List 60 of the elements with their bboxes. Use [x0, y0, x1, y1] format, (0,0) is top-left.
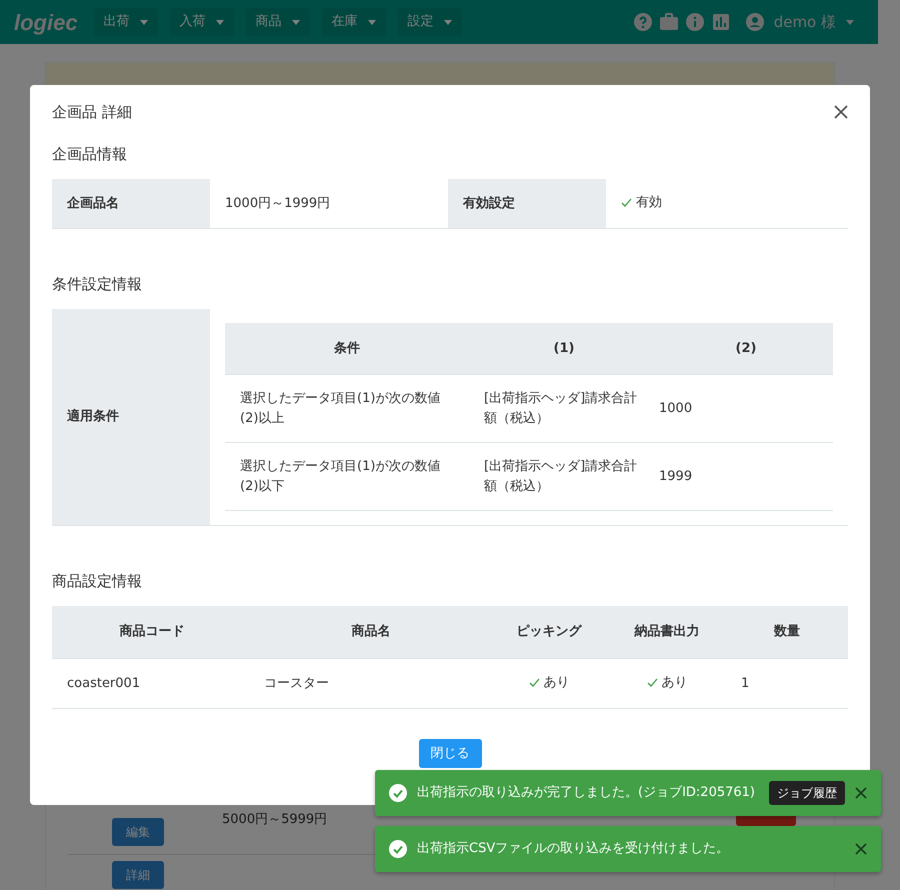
field-label: 有効設定 — [448, 179, 606, 228]
close-button[interactable]: 閉じる — [418, 738, 482, 768]
column-header: ピッキング — [490, 606, 608, 658]
table-cell: 選択したデータ項目(1)が次の数値(2)以下 — [225, 442, 469, 511]
price-text: 5000円～5999円 — [222, 811, 328, 829]
check-circle-icon — [389, 784, 407, 802]
detail-button[interactable]: 詳細 — [112, 861, 164, 889]
table-cell: [出荷指示ヘッダ]請求合計額（税込） — [469, 442, 659, 511]
toast-message: 出荷指示の取り込みが完了しました。(ジョブID:205761) — [417, 784, 756, 802]
table-cell: [出荷指示ヘッダ]請求合計額（税込） — [469, 374, 659, 443]
check-icon — [528, 678, 540, 688]
nav-menu[interactable]: 在庫 — [322, 8, 386, 36]
table-cell: あり — [646, 672, 688, 692]
table-cell: あり — [528, 672, 570, 692]
caret-icon — [368, 20, 376, 24]
nav-menu[interactable]: 出荷 — [94, 8, 158, 36]
column-header: (2) — [659, 322, 833, 375]
column-header: 商品名 — [252, 606, 490, 658]
help-icon[interactable] — [634, 13, 652, 31]
field-label: 企画品名 — [52, 179, 210, 228]
table-cell: コースター — [252, 658, 490, 708]
user-icon — [746, 13, 764, 31]
column-header: 納品書出力 — [608, 606, 726, 658]
edit-button[interactable]: 編集 — [112, 818, 164, 846]
status-value: 有効 — [621, 193, 662, 212]
user-menu[interactable]: demo 様 — [736, 6, 864, 38]
caret-icon — [846, 20, 854, 24]
table-cell: 1000 — [659, 374, 833, 443]
section-heading: 企画品情報 — [52, 145, 128, 163]
column-header: 商品コード — [52, 606, 252, 658]
table-cell: 選択したデータ項目(1)が次の数値(2)以上 — [225, 374, 469, 443]
column-header: 数量 — [726, 606, 848, 658]
caret-icon — [292, 20, 300, 24]
nav-menu[interactable]: 設定 — [398, 8, 462, 36]
nav-menu[interactable]: 入荷 — [170, 8, 234, 36]
close-icon[interactable] — [855, 787, 867, 799]
table-cell: 1 — [726, 658, 848, 708]
table-cell: coaster001 — [52, 658, 252, 708]
check-circle-icon — [389, 840, 407, 858]
table-cell: 1999 — [659, 442, 833, 511]
section-heading: 商品設定情報 — [52, 572, 143, 590]
field-label: 適用条件 — [52, 308, 210, 526]
column-header: 条件 — [225, 322, 469, 375]
toast-message: 出荷指示CSVファイルの取り込みを受け付けました。 — [417, 840, 730, 858]
modal-title: 企画品 詳細 — [52, 103, 132, 121]
info-icon[interactable] — [686, 13, 704, 31]
check-icon — [621, 198, 632, 208]
briefcase-icon[interactable] — [660, 13, 678, 31]
check-icon — [646, 678, 658, 688]
caret-icon — [216, 20, 224, 24]
close-icon[interactable] — [834, 105, 848, 119]
caret-icon — [140, 20, 148, 24]
logo[interactable]: logiec — [14, 6, 78, 38]
section-heading: 条件設定情報 — [52, 274, 143, 293]
nav-menu[interactable]: 商品 — [246, 8, 310, 36]
column-header: (1) — [469, 322, 659, 375]
close-icon[interactable] — [855, 843, 867, 855]
job-history-button[interactable]: ジョブ履歴 — [769, 781, 845, 805]
chart-icon[interactable] — [712, 13, 730, 31]
caret-icon — [444, 20, 452, 24]
